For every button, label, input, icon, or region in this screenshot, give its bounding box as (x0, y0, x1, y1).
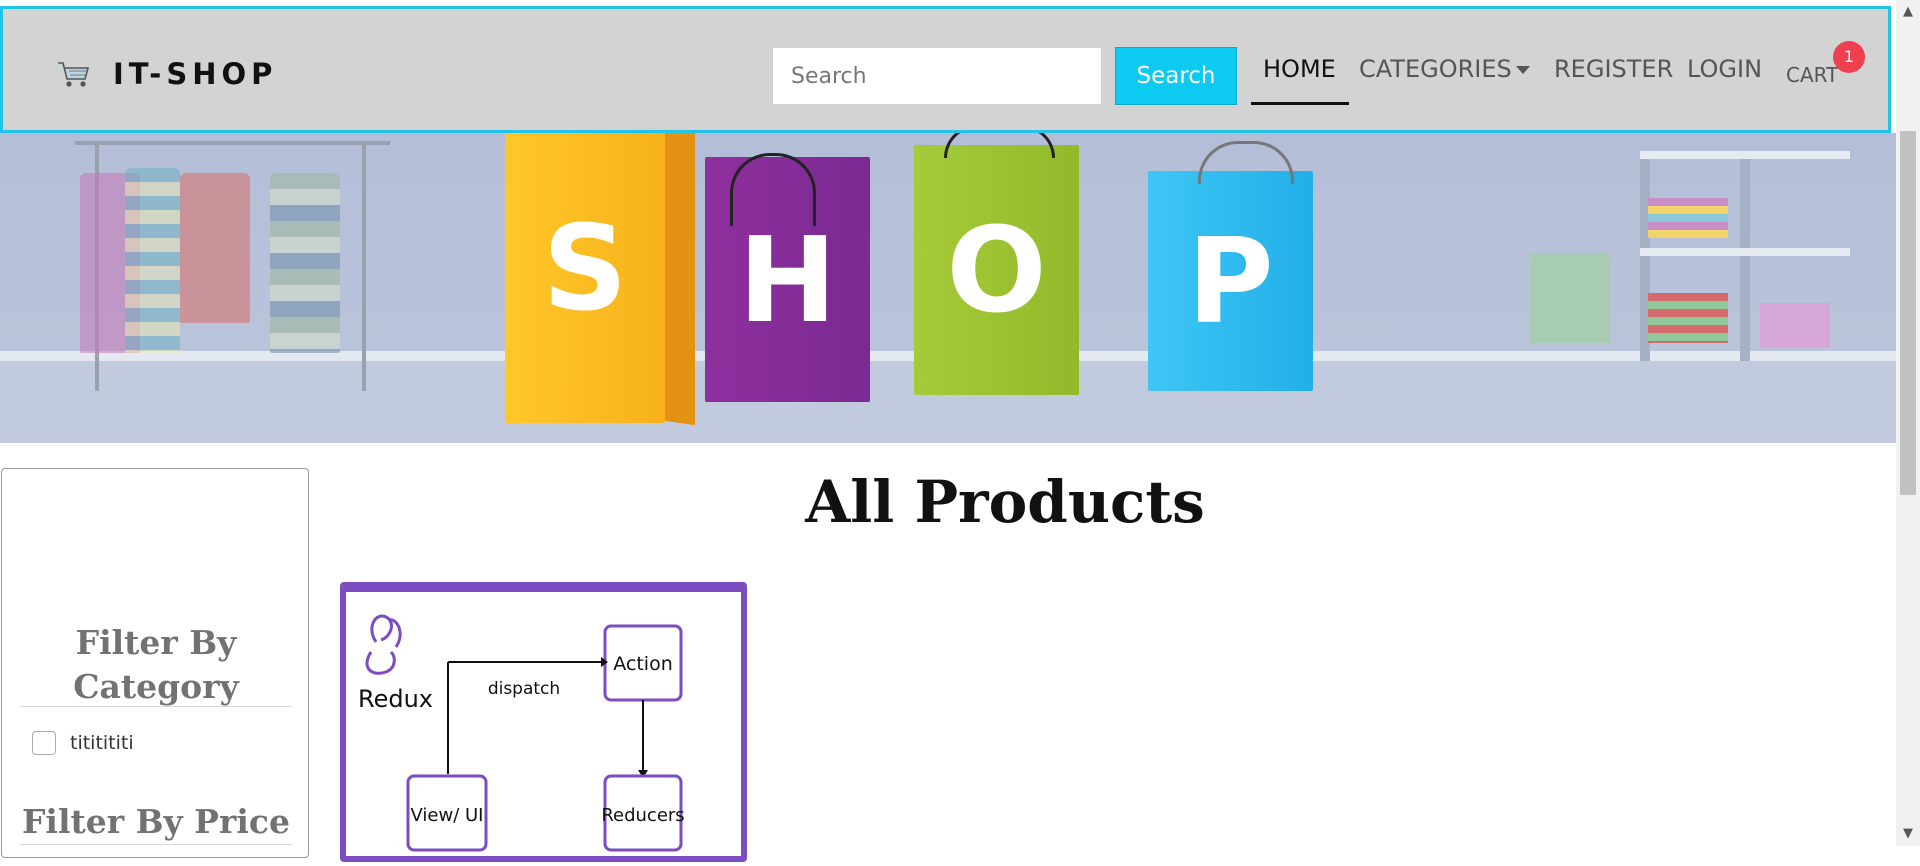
filter-sidebar: Filter By Category tititititi Filter By … (1, 468, 309, 858)
rack-pole (362, 141, 366, 391)
bag-letter: O (946, 201, 1047, 339)
brand[interactable]: IT-SHOP (57, 57, 277, 91)
shop-bag-o: O (914, 133, 1079, 395)
shop-bag-s: S (505, 133, 665, 423)
caret-down-icon (1515, 66, 1530, 74)
bag-handle (730, 153, 816, 226)
nav-login-link[interactable]: LOGIN (1687, 55, 1762, 83)
page-title: All Products (805, 468, 1205, 536)
nav-home-link[interactable]: HOME (1263, 55, 1336, 83)
search-button[interactable]: Search (1115, 47, 1237, 105)
scroll-down-arrow-icon[interactable]: ▼ (1896, 822, 1920, 846)
redux-logo-text: Redux (358, 685, 433, 713)
scroll-thumb[interactable] (1900, 131, 1916, 495)
category-checkbox[interactable] (32, 731, 56, 755)
shop-bag-h: H (705, 153, 870, 402)
cart-count-badge: 1 (1833, 41, 1865, 73)
clothes-rack (75, 141, 390, 145)
box-illustration (1760, 303, 1830, 348)
filter-category-heading: Filter By Category (73, 623, 239, 706)
reducers-label: Reducers (601, 805, 684, 826)
navbar: IT-SHOP Search HOME CATEGORIES REGISTER … (0, 6, 1891, 133)
bag-handle (944, 133, 1055, 158)
folded-clothes (1648, 293, 1728, 343)
shirt-illustration (1530, 253, 1610, 343)
dress-illustration (270, 173, 340, 353)
dress-illustration (125, 168, 180, 353)
shop-bag-p: P (1148, 141, 1313, 391)
category-checkbox-row[interactable]: tititititi (32, 731, 134, 755)
filter-price-heading: Filter By Price (22, 802, 290, 841)
action-label: Action (613, 653, 673, 675)
dress-illustration (180, 173, 250, 323)
folded-clothes (1648, 198, 1728, 238)
page-scrollbar[interactable]: ▲ ▼ (1896, 0, 1920, 846)
bag-handle (1198, 141, 1294, 184)
nav-register-link[interactable]: REGISTER (1554, 55, 1673, 83)
nav-categories-label: CATEGORIES (1359, 55, 1512, 83)
shelf (1740, 151, 1750, 361)
dispatch-label: dispatch (488, 679, 560, 699)
shelf (1640, 248, 1850, 256)
divider (20, 706, 292, 707)
bag-letter: S (542, 199, 628, 337)
shopping-cart-icon (58, 62, 90, 87)
nav-cart-link[interactable]: CART (1786, 63, 1838, 87)
scroll-up-arrow-icon[interactable]: ▲ (1896, 0, 1920, 24)
bag-letter: P (1187, 212, 1274, 350)
category-checkbox-label: tititititi (70, 732, 134, 754)
product-image[interactable]: Redux Action dispatch View/ UI Reducers (346, 592, 741, 862)
product-card[interactable]: Redux Action dispatch View/ UI Reducers (340, 582, 747, 862)
active-nav-indicator (1251, 102, 1349, 105)
shelf (1640, 151, 1850, 159)
view-ui-label: View/ UI (411, 805, 484, 826)
search-input[interactable] (772, 47, 1102, 105)
divider (20, 844, 292, 845)
brand-name: IT-SHOP (113, 57, 278, 91)
nav-categories-dropdown[interactable]: CATEGORIES (1359, 55, 1530, 83)
redux-logo-icon (365, 614, 402, 675)
hero-banner: S H O P (0, 133, 1896, 443)
bag-letter: H (738, 210, 837, 349)
